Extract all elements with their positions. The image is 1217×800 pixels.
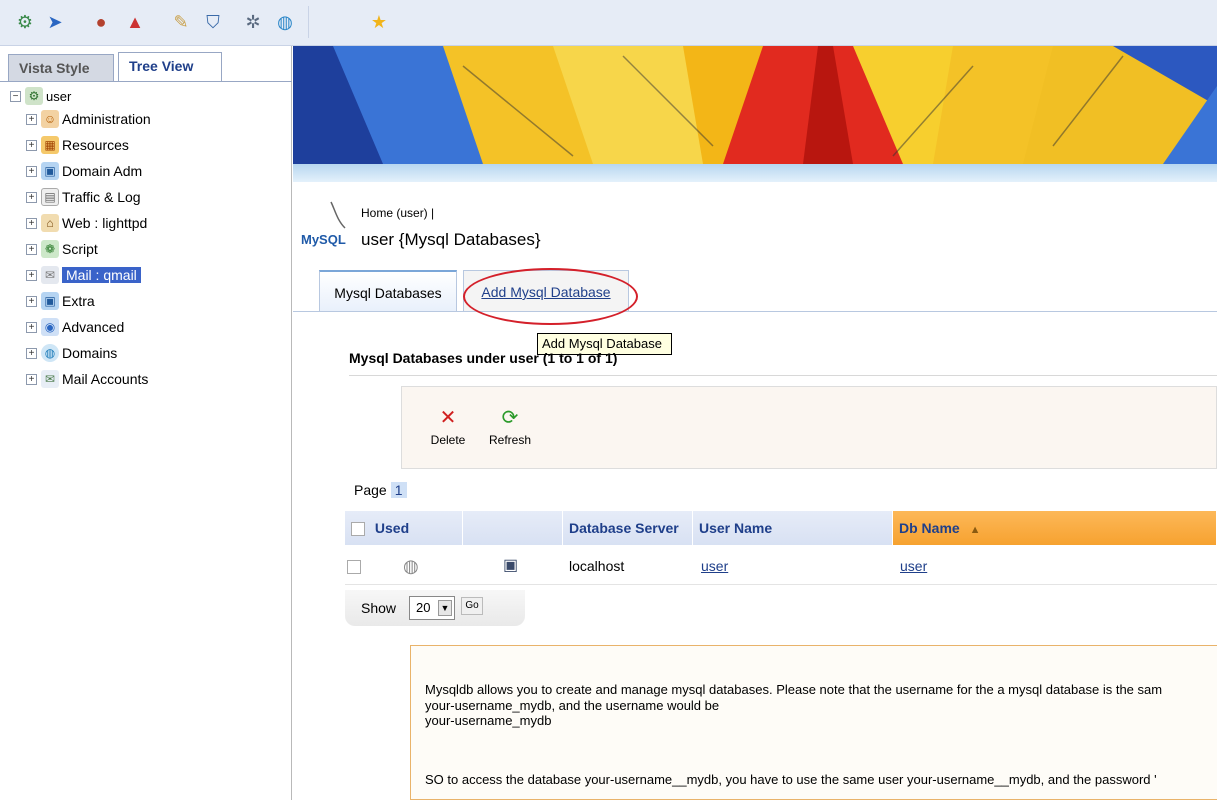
user-name-link[interactable]: user [701, 558, 728, 574]
expand-icon[interactable]: + [26, 139, 37, 151]
info-text-3: your-username_mydb [425, 713, 552, 728]
expand-icon[interactable]: + [26, 243, 37, 255]
row-checkbox[interactable] [347, 559, 361, 575]
toolbar-separator [308, 6, 309, 38]
page-size-bar: Show 20 ▼ Go [345, 590, 525, 626]
tree-item-mail-accounts[interactable]: + ✉ Mail Accounts [26, 368, 148, 390]
info-text-2: your-username_mydb, and the username wou… [425, 698, 720, 713]
breadcrumb[interactable]: Home (user) | [361, 206, 434, 220]
main-toolbar: ⚙ ➤ ● ▲ ✎ ⛉ ✲ ◍ ★ [0, 0, 1217, 46]
column-used[interactable]: Used [345, 511, 463, 545]
delete-icon: ✕ [439, 407, 457, 429]
admin-icon: ☺ [41, 110, 59, 128]
mysql-logo-text: MySQL [301, 232, 346, 247]
mail-accounts-icon: ✉ [41, 370, 59, 388]
mysql-logo: MySQL [301, 198, 351, 252]
expand-icon[interactable]: + [26, 321, 37, 333]
column-db-name[interactable]: Db Name ▲ [893, 511, 1217, 545]
tabs-divider [293, 311, 1217, 312]
highlight-circle [463, 268, 638, 325]
domains-icon: ◍ [41, 344, 59, 362]
tree-item-administration[interactable]: + ☺ Administration [26, 108, 151, 130]
feather-banner-graphic [293, 46, 1217, 164]
show-label: Show [361, 600, 397, 616]
header-banner-image [293, 46, 1217, 164]
heading-divider [349, 375, 1217, 376]
gears-icon[interactable]: ✲ [240, 9, 266, 35]
tree-item-domain-adm[interactable]: + ▣ Domain Adm [26, 160, 142, 182]
user-icon: ⚙ [25, 87, 43, 105]
page-size-select[interactable]: 20 ▼ [409, 596, 455, 620]
upload-icon[interactable]: ▲ [122, 9, 148, 35]
tree-root-user[interactable]: − ⚙ user [10, 86, 71, 106]
list-heading: Mysql Databases under user (1 to 1 of 1) [349, 350, 618, 366]
user-settings-icon[interactable]: ⚙ [12, 9, 38, 35]
content-tabs: Mysql Databases Add Mysql Database [293, 268, 1217, 312]
wizard-icon[interactable]: ✎ [168, 9, 194, 35]
expand-icon[interactable]: + [26, 269, 37, 281]
mail-icon: ✉ [41, 266, 59, 284]
expand-icon[interactable]: + [26, 347, 37, 359]
column-database-server[interactable]: Database Server [563, 511, 693, 545]
cell-database-server: localhost [569, 558, 625, 574]
database-icon: ▣ [503, 557, 519, 574]
cell-user-name[interactable]: user [701, 547, 728, 585]
info-panel: Mysqldb allows you to create and manage … [410, 645, 1217, 800]
tree-item-script[interactable]: + ❁ Script [26, 238, 98, 260]
grid-header: Used Database Server User Name Db Name ▲ [345, 511, 1217, 545]
expand-icon[interactable]: + [26, 295, 37, 307]
account-icon[interactable]: ● [88, 9, 114, 35]
web-icon: ⌂ [41, 214, 59, 232]
db-name-link[interactable]: user [900, 558, 927, 574]
traffic-log-icon: ▤ [41, 188, 59, 206]
banner-strip [293, 164, 1217, 182]
domain-adm-icon: ▣ [41, 162, 59, 180]
refresh-button[interactable]: ⟳ Refresh [480, 407, 540, 447]
tree-item-resources[interactable]: + ▦ Resources [26, 134, 129, 156]
column-user-name[interactable]: User Name [693, 511, 893, 545]
info-text-4: SO to access the database your-username_… [425, 772, 1157, 787]
tree-item-domains[interactable]: + ◍ Domains [26, 342, 117, 364]
tab-mysql-databases[interactable]: Mysql Databases [319, 270, 457, 312]
extra-icon: ▣ [41, 292, 59, 310]
pager: Page 1 [354, 482, 407, 498]
page-title: user {Mysql Databases} [361, 230, 541, 249]
tree-item-traffic-log[interactable]: + ▤ Traffic & Log [26, 186, 141, 208]
collapse-icon[interactable]: − [10, 90, 21, 102]
expand-icon[interactable]: + [26, 191, 37, 203]
cell-db-name[interactable]: user [900, 547, 927, 585]
used-status-icon: ◍ [403, 556, 419, 576]
column-blank [463, 511, 563, 545]
go-button[interactable]: Go [461, 597, 483, 615]
tree-item-mail[interactable]: + ✉ Mail : qmail [26, 264, 141, 286]
page-number-1[interactable]: 1 [390, 482, 407, 498]
script-icon: ❁ [41, 240, 59, 258]
tree-item-extra[interactable]: + ▣ Extra [26, 290, 95, 312]
expand-icon[interactable]: + [26, 113, 37, 125]
expand-icon[interactable]: + [26, 165, 37, 177]
expand-icon[interactable]: + [26, 373, 37, 385]
advanced-icon: ◉ [41, 318, 59, 336]
chevron-down-icon: ▼ [438, 600, 452, 616]
tree-item-web[interactable]: + ⌂ Web : lighttpd [26, 212, 147, 234]
select-all-checkbox[interactable] [351, 522, 365, 537]
sort-ascending-icon: ▲ [969, 524, 981, 536]
tree-item-advanced[interactable]: + ◉ Advanced [26, 316, 124, 338]
pager-label: Page [354, 482, 387, 498]
send-icon[interactable]: ➤ [42, 9, 68, 35]
action-bar: ✕ Delete ⟳ Refresh [401, 386, 1217, 469]
favorites-star-icon[interactable]: ★ [366, 9, 392, 35]
resources-icon: ▦ [41, 136, 59, 154]
expand-icon[interactable]: + [26, 217, 37, 229]
info-text-1: Mysqldb allows you to create and manage … [425, 682, 1163, 697]
sidebar: Vista Style Tree View − ⚙ user + ☺ Admin… [0, 46, 292, 800]
tab-vista-style[interactable]: Vista Style [8, 54, 114, 82]
tab-divider [0, 81, 292, 82]
globe-icon[interactable]: ◍ [272, 9, 298, 35]
refresh-icon: ⟳ [501, 407, 519, 429]
table-row: ◍ ▣ localhost user user [345, 547, 1217, 585]
tab-tree-view[interactable]: Tree View [118, 52, 222, 82]
shield-icon[interactable]: ⛉ [200, 9, 226, 35]
delete-button[interactable]: ✕ Delete [418, 407, 478, 447]
